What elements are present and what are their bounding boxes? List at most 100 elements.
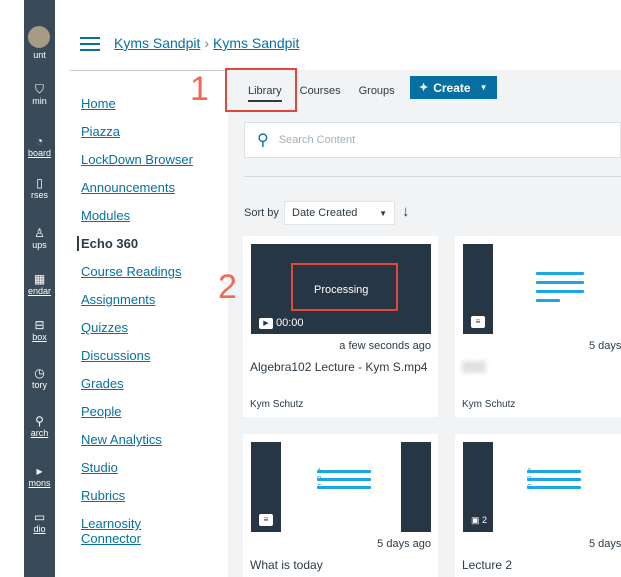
card-timestamp: 5 days ago: [589, 340, 621, 352]
groups-icon: ♙: [34, 226, 45, 240]
sort-select[interactable]: Date Created ▼: [284, 201, 395, 225]
global-nav-label: min: [32, 96, 47, 106]
search-input[interactable]: [278, 134, 579, 146]
course-nav-echo360[interactable]: Echo 360: [77, 236, 221, 251]
course-nav-studio[interactable]: Studio: [81, 460, 221, 475]
global-nav-dashboard[interactable]: ◔ board: [24, 134, 55, 159]
global-nav-label: tory: [31, 380, 47, 390]
course-nav-modules[interactable]: Modules: [81, 208, 221, 223]
sort-select-value: Date Created: [292, 207, 358, 219]
chevron-down-icon: ▼: [379, 208, 387, 218]
course-nav-discussions[interactable]: Discussions: [81, 348, 221, 363]
course-nav-assignments[interactable]: Assignments: [81, 292, 221, 307]
content-divider: [244, 176, 621, 177]
chevron-down-icon: ▼: [479, 83, 488, 92]
history-icon: ◷: [34, 366, 45, 380]
card-timestamp: a few seconds ago: [339, 340, 431, 352]
breadcrumb-course-link[interactable]: Kyms Sandpit: [114, 35, 200, 51]
global-nav-label: ups: [32, 240, 47, 250]
global-nav-label: unt: [33, 50, 46, 60]
global-nav-commons[interactable]: ▸ mons: [24, 464, 55, 489]
search-icon: ⚲: [257, 132, 269, 149]
admin-icon: ⛉: [34, 82, 44, 96]
breadcrumb-separator: ›: [204, 35, 210, 51]
annotation-box-library: [225, 68, 297, 112]
global-nav-inbox[interactable]: ⊟ box: [24, 318, 55, 343]
course-nav-course-readings[interactable]: Course Readings: [81, 264, 221, 279]
breadcrumb: Kyms Sandpit › Kyms Sandpit: [114, 35, 299, 51]
create-button[interactable]: ✦ Create ▼: [410, 76, 497, 99]
tab-groups[interactable]: Groups: [359, 85, 395, 97]
course-nav-lockdown-browser[interactable]: LockDown Browser: [81, 152, 221, 167]
global-nav-courses[interactable]: ▯ rses: [24, 176, 55, 201]
global-nav-label: box: [32, 332, 47, 342]
global-nav-history[interactable]: ◷ tory: [24, 366, 55, 391]
breadcrumb-current-link[interactable]: Kyms Sandpit: [213, 35, 299, 51]
create-button-label: Create: [433, 80, 471, 95]
annotation-box-processing: [291, 263, 398, 311]
duration-value: 00:00: [276, 317, 304, 329]
course-nav-announcements[interactable]: Announcements: [81, 180, 221, 195]
course-nav-quizzes[interactable]: Quizzes: [81, 320, 221, 335]
search-bar: ⚲: [244, 122, 621, 158]
dashboard-icon: ◔: [35, 134, 44, 148]
document-thumbnail: ≡: [463, 244, 621, 334]
magic-wand-icon: ✦: [419, 82, 429, 94]
annotation-number-2: 2: [218, 268, 237, 306]
blurred-title: [462, 361, 486, 373]
sort-direction-arrow-icon[interactable]: ↓: [402, 203, 410, 220]
course-nav-rubrics[interactable]: Rubrics: [81, 488, 221, 503]
avatar[interactable]: [28, 26, 50, 48]
document-icon: ≡: [259, 514, 273, 526]
calendar-icon: ▦: [33, 272, 46, 286]
global-nav-admin[interactable]: ⛉ min: [24, 82, 55, 107]
list-lines-icon: A B C: [527, 468, 581, 494]
tab-courses[interactable]: Courses: [300, 85, 341, 97]
card-timestamp: 5 days ago: [377, 538, 431, 550]
course-nav-people[interactable]: People: [81, 404, 221, 419]
annotation-number-1: 1: [190, 70, 209, 108]
card-timestamp: 5 days ago: [589, 538, 621, 550]
card-title: Lecture 2: [462, 558, 513, 572]
card-owner: Kym Schutz: [250, 399, 304, 410]
gallery-count-badge: ▣ 2: [471, 515, 488, 525]
gallery-count: 2: [482, 515, 488, 525]
card-title: Algebra102 Lecture - Kym S.mp4: [250, 360, 428, 374]
document-icon: ≡: [471, 316, 485, 328]
courses-icon: ▯: [36, 176, 43, 190]
document-thumbnail: A B C ▣ 2: [463, 442, 621, 532]
video-icon: ▶: [259, 317, 273, 329]
studio-icon: ▭: [33, 510, 46, 524]
duration-badge: ▶ 00:00: [259, 317, 304, 329]
global-nav-label: mons: [28, 478, 51, 488]
media-card[interactable]: ≡ 5 days ago Kym Schutz: [455, 236, 621, 417]
global-nav-groups[interactable]: ♙ ups: [24, 226, 55, 251]
sort-label: Sort by: [244, 207, 279, 219]
global-nav-calendar[interactable]: ▦ endar: [24, 272, 55, 297]
thumbnail-side-panel: [401, 442, 431, 532]
global-nav-label: rses: [30, 190, 48, 200]
media-card[interactable]: A B C ▣ 2 5 days ago Lecture 2: [455, 434, 621, 577]
global-nav-studio[interactable]: ▭ dio: [24, 510, 55, 535]
global-nav-label: arch: [30, 428, 49, 438]
global-nav-label: board: [27, 148, 52, 158]
media-card[interactable]: A B C ≡ 5 days ago What is today: [243, 434, 438, 577]
global-nav-label: dio: [33, 524, 46, 534]
document-lines-icon: [536, 272, 584, 308]
hamburger-menu-icon[interactable]: [80, 37, 100, 51]
card-title: What is today: [250, 558, 323, 572]
course-nav-grades[interactable]: Grades: [81, 376, 221, 391]
global-nav-account[interactable]: unt: [24, 50, 55, 61]
course-nav: Home Piazza LockDown Browser Announcemen…: [77, 96, 221, 546]
course-nav-piazza[interactable]: Piazza: [81, 124, 221, 139]
course-nav-new-analytics[interactable]: New Analytics: [81, 432, 221, 447]
global-nav-label: endar: [27, 286, 52, 296]
list-lines-icon: A B C: [317, 468, 371, 494]
document-thumbnail: A B C ≡: [251, 442, 431, 532]
inbox-icon: ⊟: [34, 318, 45, 332]
global-nav: unt ⛉ min ◔ board ▯ rses ♙ ups ▦ endar ⊟ box ◷…: [24, 0, 55, 577]
card-owner: Kym Schutz: [462, 399, 516, 410]
global-nav-search[interactable]: ⚲ arch: [24, 414, 55, 439]
search-icon: ⚲: [35, 414, 44, 428]
course-nav-learnosity-connector[interactable]: Learnosity Connector: [81, 516, 151, 546]
